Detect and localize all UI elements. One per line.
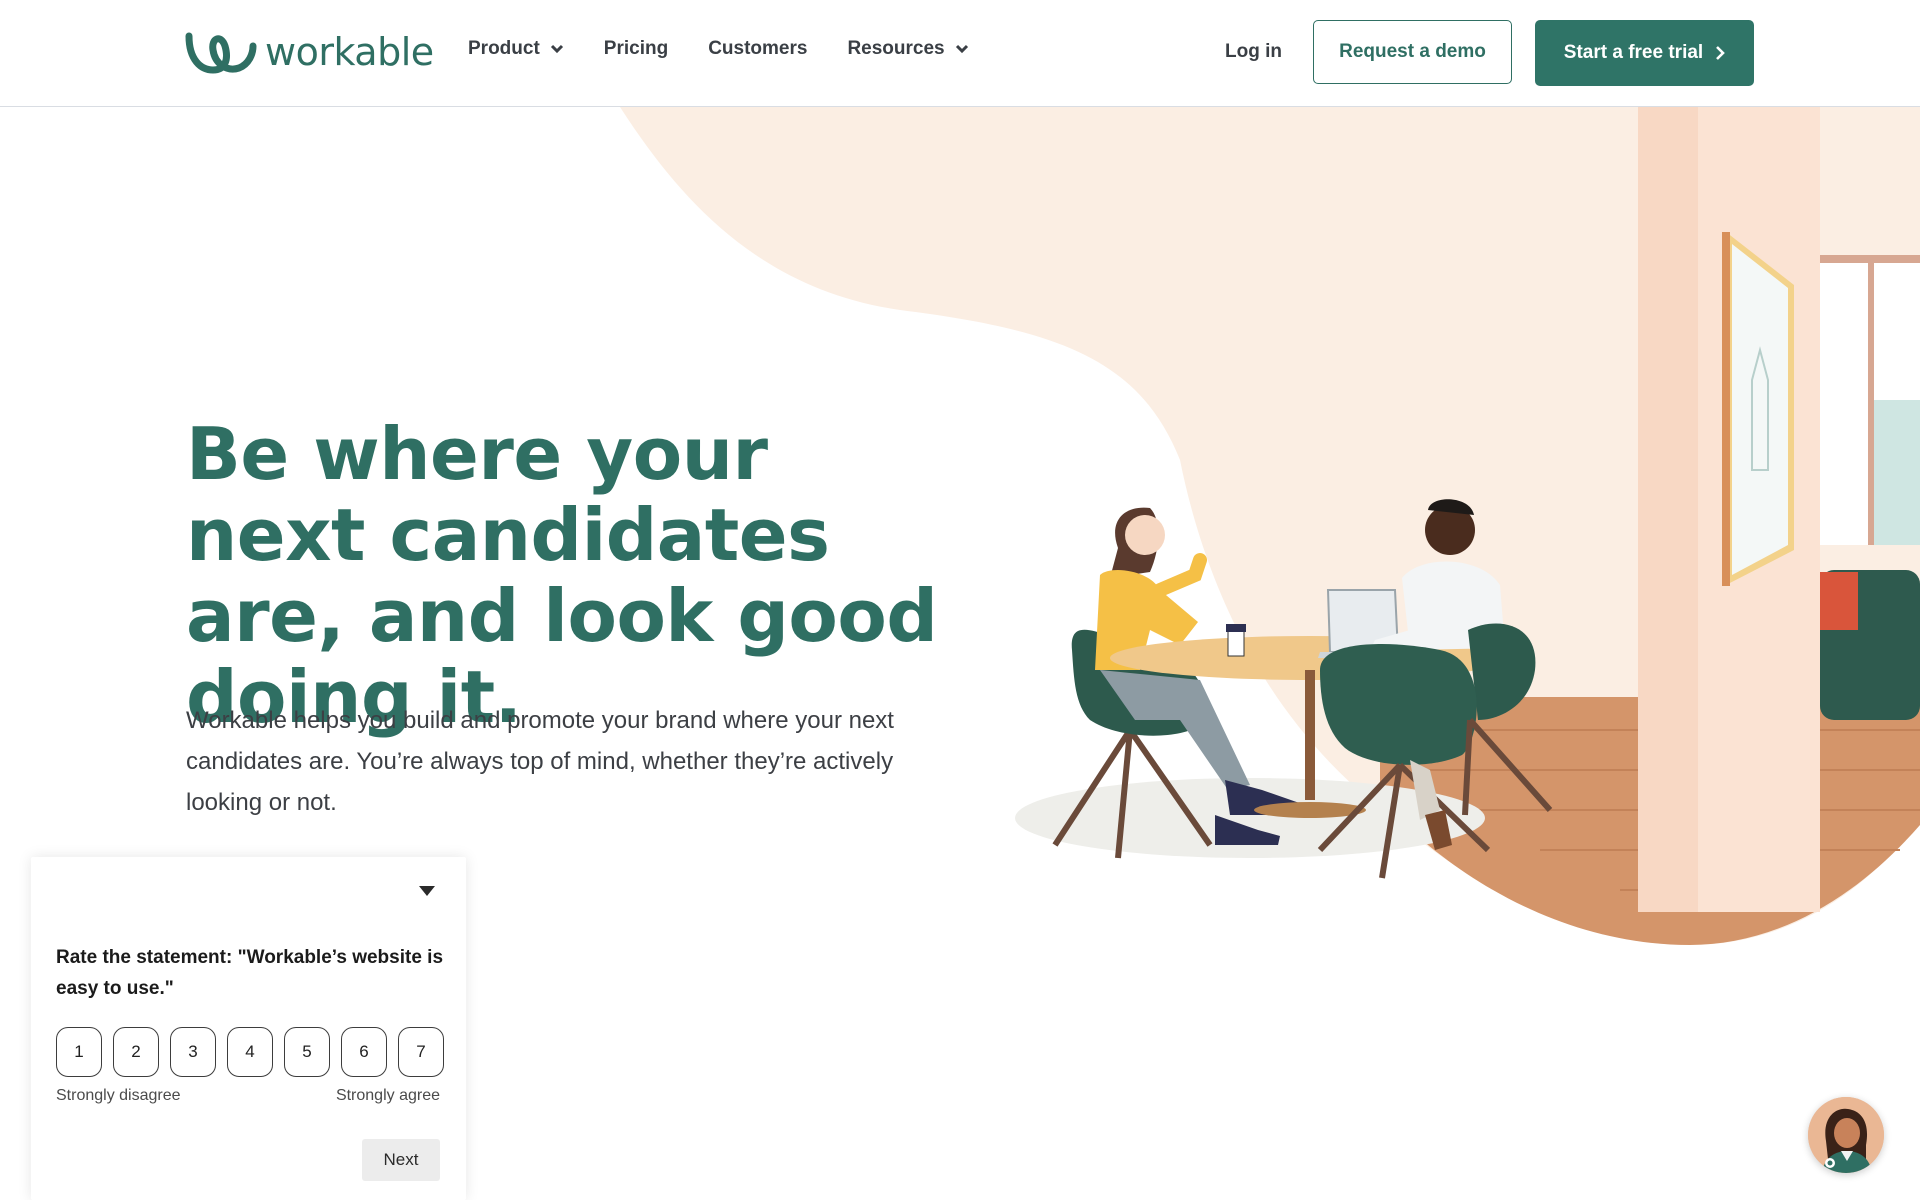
rating-option-4[interactable]: 4 <box>227 1027 273 1077</box>
request-demo-button[interactable]: Request a demo <box>1313 20 1512 84</box>
chevron-down-icon <box>955 44 968 54</box>
rating-option-2[interactable]: 2 <box>113 1027 159 1077</box>
nav-customers-label: Customers <box>708 38 808 59</box>
nav-resources-label: Resources <box>847 38 945 59</box>
hero-title: Be where your next candidates are, and l… <box>186 412 938 739</box>
nav-pricing-label: Pricing <box>603 38 669 59</box>
start-free-trial-label: Start a free trial <box>1563 42 1704 63</box>
nav-resources[interactable]: Resources <box>847 38 968 60</box>
login-link[interactable]: Log in <box>1225 41 1282 63</box>
survey-question: Rate the statement: "Workable’s website … <box>56 947 444 999</box>
support-agent-avatar-icon <box>1808 1097 1884 1173</box>
workable-logo-mark-icon <box>185 32 257 74</box>
rating-option-3[interactable]: 3 <box>170 1027 216 1077</box>
triangle-down-icon[interactable] <box>418 885 436 897</box>
rating-option-5[interactable]: 5 <box>284 1027 330 1077</box>
site-header: workable Product Pricing Customers Resou… <box>0 0 1920 107</box>
chevron-down-icon <box>550 44 563 54</box>
main-nav: Product Pricing Customers Resources <box>468 38 969 60</box>
nav-product-label: Product <box>468 38 540 59</box>
scale-high-label: Strongly agree <box>335 1087 440 1104</box>
hero-subtitle: Workable helps you build and promote you… <box>186 707 894 816</box>
feedback-survey: Rate the statement: "Workable’s website … <box>31 857 466 1200</box>
rating-option-1[interactable]: 1 <box>56 1027 102 1077</box>
nav-customers[interactable]: Customers <box>708 38 807 60</box>
nav-product[interactable]: Product <box>468 38 564 60</box>
start-free-trial-button[interactable]: Start a free trial <box>1535 20 1754 86</box>
survey-next-button[interactable]: Next <box>362 1139 440 1181</box>
chat-assistant-avatar[interactable] <box>1808 1097 1884 1173</box>
workable-logo[interactable]: workable <box>185 30 434 74</box>
logo-wordmark: workable <box>265 30 434 74</box>
rating-option-7[interactable]: 7 <box>398 1027 444 1077</box>
rating-option-6[interactable]: 6 <box>341 1027 387 1077</box>
chevron-right-icon <box>1716 46 1726 60</box>
rating-scale: 1 2 3 4 5 6 7 <box>56 1027 444 1077</box>
nav-pricing[interactable]: Pricing <box>604 38 668 60</box>
scale-low-label: Strongly disagree <box>56 1087 181 1104</box>
